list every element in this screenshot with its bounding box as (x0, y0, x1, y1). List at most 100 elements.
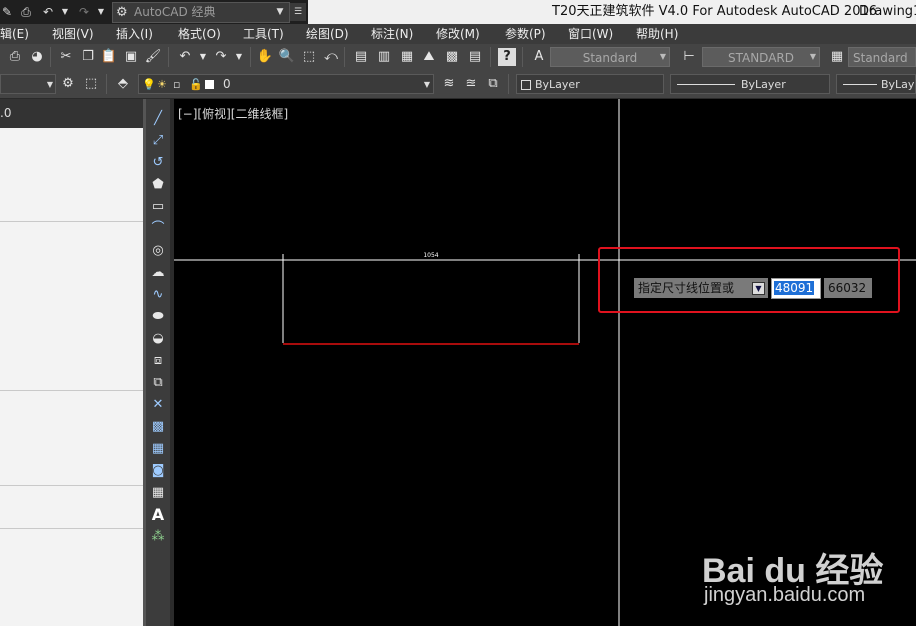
chevron-down-icon: ▼ (423, 80, 430, 89)
menu-window[interactable]: 窗口(W) (568, 24, 613, 44)
cut-icon[interactable]: ✂ (57, 48, 75, 66)
redo-dropdown-icon[interactable]: ▼ (230, 48, 248, 66)
text-style-icon[interactable]: A (530, 48, 548, 66)
baidu-watermark-url: jingyan.baidu.com (704, 584, 866, 606)
menu-help[interactable]: 帮助(H) (636, 24, 678, 44)
add-selected-icon[interactable]: ⁂ (149, 528, 167, 546)
lineweight-selector[interactable]: ByLay (836, 74, 916, 94)
properties-icon[interactable]: ▤ (352, 48, 370, 66)
lineweight-value: ByLay (881, 78, 915, 91)
palette-divider (0, 390, 144, 391)
print-icon[interactable]: ⎙ (18, 3, 34, 21)
layer-isolate-icon[interactable]: ≊ (462, 75, 480, 93)
make-current-layer-icon[interactable]: ⬘ (114, 75, 132, 93)
copy-icon[interactable]: ❐ (79, 48, 97, 66)
toolbar-separator (522, 47, 523, 67)
plot-icon[interactable]: ⎙ (6, 48, 24, 66)
toolbar-separator (508, 74, 509, 94)
line-icon[interactable]: ╱ (149, 110, 167, 128)
linetype-selector[interactable]: ByLayer (670, 74, 830, 94)
app-title: T20天正建筑软件 V4.0 For Autodesk AutoCAD 2016 (552, 4, 878, 19)
tool-palette (0, 99, 144, 626)
redo-icon[interactable]: ↷ (76, 3, 92, 21)
tool-palettes-icon[interactable]: ▦ (398, 48, 416, 66)
gradient-icon[interactable]: ▦ (149, 440, 167, 458)
help-icon[interactable]: ? (498, 48, 516, 66)
revision-cloud-icon[interactable]: ☁ (149, 264, 167, 282)
text-style-value: Standard (582, 51, 638, 65)
edit-icon[interactable]: ✎ (0, 3, 14, 21)
menu-bar: 辑(E) 视图(V) 插入(I) 格式(O) 工具(T) 绘图(D) 标注(N)… (0, 24, 916, 44)
gear-icon[interactable]: ⚙ (59, 75, 77, 93)
match-properties-icon[interactable]: 🖌 (144, 48, 162, 66)
menu-parametric[interactable]: 参数(P) (505, 24, 546, 44)
markup-icon[interactable]: ▩ (443, 48, 461, 66)
layer-color-swatch (205, 80, 214, 89)
make-block-icon[interactable]: ⧉ (149, 374, 167, 392)
redo-dropdown-icon[interactable]: ▼ (96, 3, 106, 21)
table-style-selector[interactable]: Standard (848, 47, 916, 67)
spline-icon[interactable]: ∿ (149, 286, 167, 304)
zoom-realtime-icon[interactable]: 🔍 (278, 48, 296, 66)
design-center-icon[interactable]: ▥ (375, 48, 393, 66)
circle-icon[interactable]: ◎ (149, 242, 167, 260)
ellipse-icon[interactable]: ⬬ (149, 308, 167, 326)
polyline-icon[interactable]: ↺ (149, 154, 167, 172)
menu-dimension[interactable]: 标注(N) (371, 24, 413, 44)
layer-previous-icon[interactable]: ≋ (440, 75, 458, 93)
lineweight-preview (843, 84, 877, 85)
region-icon[interactable]: ◙ (149, 462, 167, 480)
table-icon[interactable]: ▦ (149, 484, 167, 502)
rectangle-icon[interactable]: ▭ (149, 198, 167, 216)
chevron-down-icon: ▼ (46, 80, 53, 89)
text-style-selector[interactable]: Standard ▼ (550, 47, 670, 67)
menu-edit[interactable]: 辑(E) (0, 24, 29, 44)
color-selector[interactable]: ByLayer (516, 74, 664, 94)
dimension-style-icon[interactable]: ⊢ (680, 48, 698, 66)
polygon-icon[interactable]: ⬟ (149, 176, 167, 194)
menu-format[interactable]: 格式(O) (178, 24, 221, 44)
undo-icon[interactable]: ↶ (176, 48, 194, 66)
redo-icon[interactable]: ↷ (212, 48, 230, 66)
palette-divider (0, 485, 144, 486)
document-title: Drawing1. (859, 4, 916, 19)
hatch-icon[interactable]: ▩ (149, 418, 167, 436)
menu-modify[interactable]: 修改(M) (436, 24, 480, 44)
menu-insert[interactable]: 插入(I) (116, 24, 153, 44)
paste-icon[interactable]: 📋 (100, 48, 118, 66)
palette-divider (0, 221, 144, 222)
menu-view[interactable]: 视图(V) (52, 24, 94, 44)
table-style-value: Standard (853, 51, 908, 65)
undo-dropdown-icon[interactable]: ▼ (60, 3, 70, 21)
linetype-value: ByLayer (741, 78, 786, 91)
multiline-text-icon[interactable]: A (149, 506, 167, 524)
insert-block-icon[interactable]: ⧈ (149, 352, 167, 370)
sheet-set-icon[interactable]: ⛰ (420, 48, 438, 66)
undo-icon[interactable]: ↶ (40, 3, 56, 21)
palette-title: .0 (0, 106, 12, 120)
toolbar-separator (50, 47, 51, 67)
construction-line-icon[interactable]: ⤢ (149, 132, 167, 150)
zoom-window-icon[interactable]: ⬚ (300, 48, 318, 66)
publish-icon[interactable]: ◕ (28, 48, 46, 66)
layer-selector[interactable]: 💡 ☀ ▫ 🔓 0 ▼ (138, 74, 434, 94)
menu-draw[interactable]: 绘图(D) (306, 24, 349, 44)
customize-qat-icon[interactable]: ☰ (290, 3, 306, 21)
zoom-previous-icon[interactable]: ⤺ (322, 48, 340, 66)
layer-states-icon[interactable]: ⬚ (82, 75, 100, 93)
layer-match-icon[interactable]: ⧉ (484, 75, 502, 93)
viewport-controls[interactable]: [−][俯视][二维线框] (178, 105, 288, 122)
point-icon[interactable]: ✕ (149, 396, 167, 414)
copy-base-icon[interactable]: ▣ (122, 48, 140, 66)
dimension-style-selector[interactable]: STANDARD ▼ (702, 47, 820, 67)
undo-dropdown-icon[interactable]: ▼ (194, 48, 212, 66)
menu-tools[interactable]: 工具(T) (243, 24, 284, 44)
arc-icon[interactable]: ⌒ (149, 220, 167, 238)
lock-icon: 🔓 (189, 78, 203, 91)
calculator-icon[interactable]: ▤ (466, 48, 484, 66)
layer-state-selector[interactable]: ▼ (0, 74, 56, 94)
table-style-icon[interactable]: ▦ (828, 48, 846, 66)
pan-icon[interactable]: ✋ (256, 48, 274, 66)
ellipse-arc-icon[interactable]: ◒ (149, 330, 167, 348)
workspace-selector[interactable]: ⚙ AutoCAD 经典 ▼ (112, 2, 290, 23)
